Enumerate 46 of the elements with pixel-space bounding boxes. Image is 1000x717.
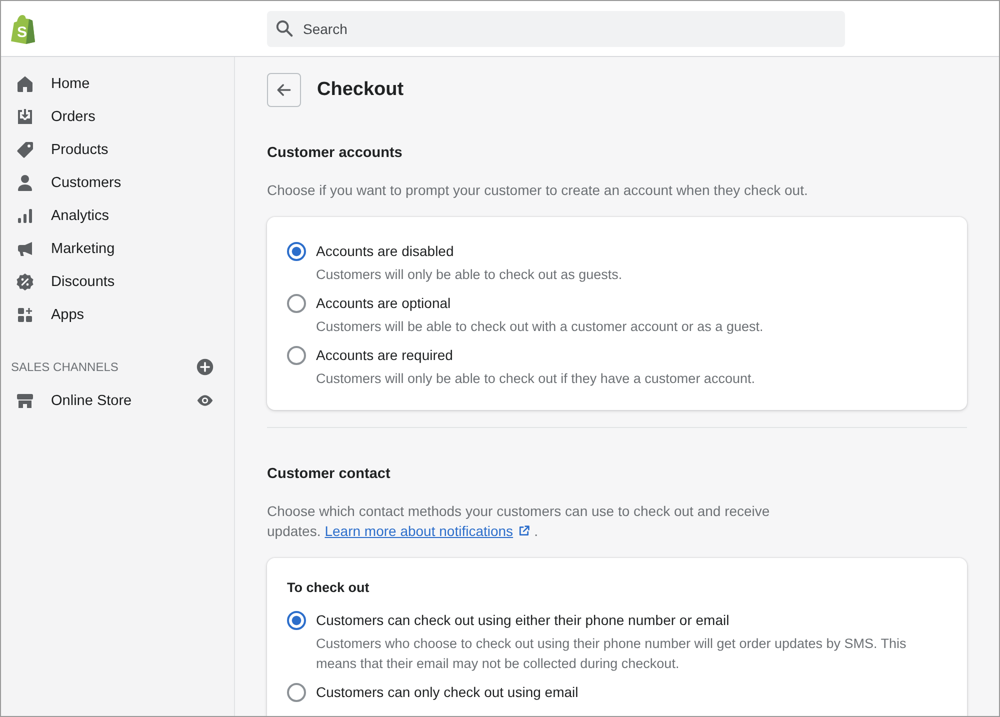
option-help-text: Customers will only be able to check out if they have a customer account. [315, 370, 756, 388]
radio-button[interactable] [287, 242, 306, 260]
discount-badge-icon [15, 272, 35, 292]
inbox-arrow-icon [15, 106, 35, 126]
view-button[interactable] [196, 394, 214, 407]
page-title: Checkout [317, 78, 404, 102]
external-link-icon [518, 525, 530, 537]
option-help-text: Customers who choose to check out using their phone number will get order updates by SMS. This means that their email may not be collected during checkout. [315, 635, 908, 673]
house-icon [15, 74, 35, 94]
search-icon [275, 18, 294, 38]
nav-item[interactable]: Apps [9, 298, 226, 331]
plus-circle-icon [196, 358, 214, 376]
nav-item[interactable]: Analytics [9, 199, 226, 232]
section-label: SALES CHANNELS [11, 360, 118, 374]
learn-more-link[interactable]: Learn more about notifications [324, 523, 514, 539]
section-heading: Customer contact [267, 465, 392, 484]
section-heading: Customer accounts [267, 144, 404, 163]
option-label: Accounts are required [316, 346, 453, 365]
nav-item[interactable]: Online Store [9, 384, 186, 417]
add-channel-button[interactable] [196, 358, 214, 376]
back-button[interactable] [267, 73, 301, 107]
arrow-left-icon [275, 81, 293, 99]
option-label: Accounts are optional [316, 294, 451, 313]
option-label: Customers can check out using either their phone number or email [316, 611, 730, 630]
nav-item[interactable]: Home [9, 67, 226, 100]
card-title: To check out [287, 579, 370, 597]
nav-item[interactable]: Products [9, 133, 226, 166]
eye-icon [196, 394, 214, 407]
section-description: Choose which contact methods your customers can use to check out and receive updates. Learn more about notifications . [267, 502, 771, 541]
nav-item[interactable]: Orders [9, 100, 226, 133]
search-field[interactable]: Search [267, 10, 845, 46]
option-help-text: Customers will only be able to check out as guests. [315, 266, 624, 284]
option-help-text: Customers will be able to check out with a customer account or as a guest. [315, 318, 764, 336]
shopping-bag-logo: S [10, 14, 36, 44]
option-label: Accounts are disabled [316, 242, 454, 261]
nav-item[interactable]: Discounts [9, 265, 226, 298]
radio-button[interactable] [287, 294, 306, 312]
radio-button[interactable] [287, 682, 306, 702]
nav-item[interactable]: Marketing [9, 232, 226, 265]
option-label: Customers can only check out using email [316, 683, 578, 702]
person-icon [15, 172, 35, 192]
tag-icon [15, 140, 35, 160]
radio-button[interactable] [287, 346, 306, 364]
section-description: Choose if you want to prompt your customer to create an account when they check out. [267, 181, 809, 200]
radio-button[interactable] [287, 610, 306, 630]
nav-item[interactable]: Customers [9, 166, 226, 199]
